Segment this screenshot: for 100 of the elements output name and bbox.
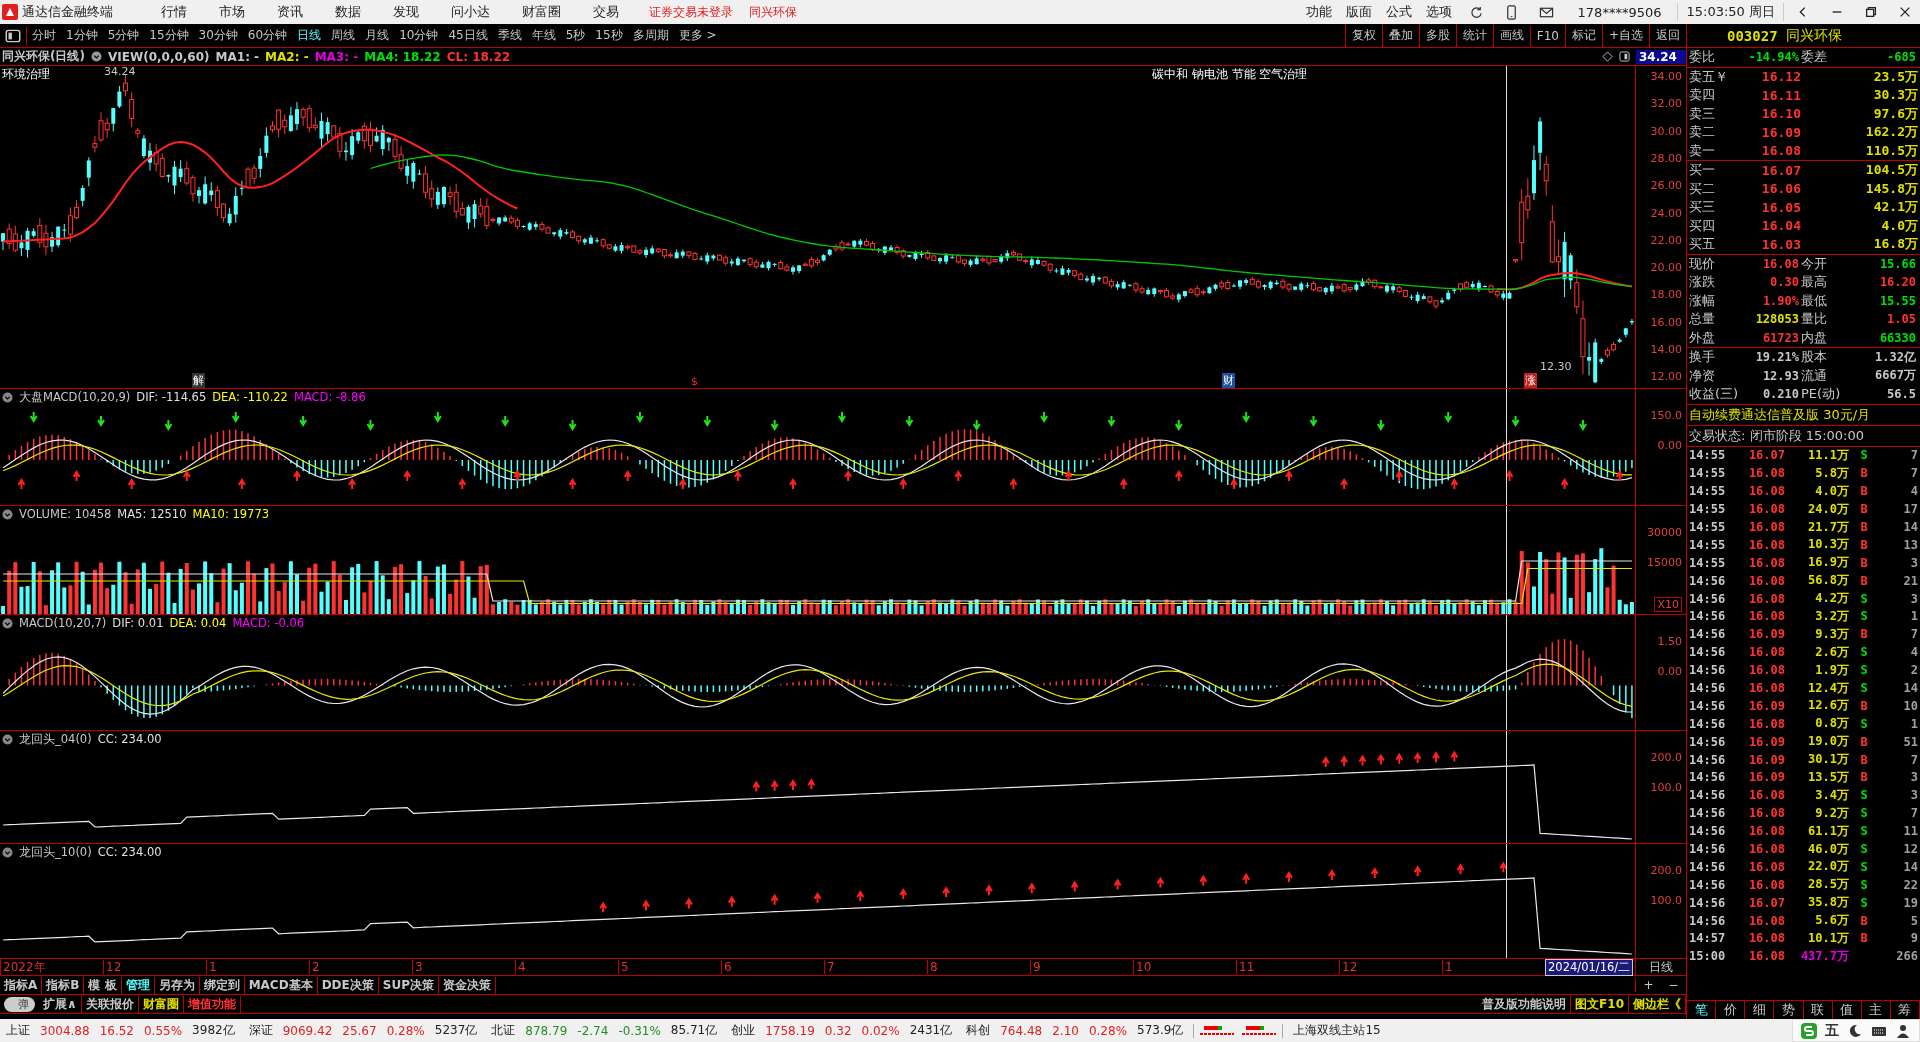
- indicator-title[interactable]: VOLUME: 10458: [19, 507, 112, 521]
- subscription-ad[interactable]: 自动续费通达信普及版 30元/月: [1687, 404, 1920, 425]
- collapse-icon[interactable]: [2, 617, 13, 629]
- period-tab[interactable]: 日线: [292, 27, 327, 44]
- moon-icon[interactable]: [1847, 1022, 1863, 1039]
- indicator-title[interactable]: 大盘MACD(10,20,9): [19, 389, 131, 405]
- index-name[interactable]: 北证: [491, 1022, 516, 1039]
- chart-tool-button[interactable]: 叠加: [1381, 24, 1419, 47]
- index-name[interactable]: 科创: [966, 1022, 991, 1039]
- ime-mode[interactable]: 五: [1825, 1021, 1839, 1040]
- indicator-tab[interactable]: 管理: [121, 976, 155, 994]
- event-marker[interactable]: 财: [1222, 373, 1235, 388]
- ime-toolbar[interactable]: 五: [1792, 1019, 1920, 1042]
- order-volume: 23.5万: [1872, 67, 1918, 86]
- chart-tool-button[interactable]: 返回: [1649, 24, 1686, 47]
- event-marker[interactable]: 解: [192, 373, 205, 388]
- indicator-tab[interactable]: 资金决策: [438, 976, 496, 994]
- tool-menu-item[interactable]: 公式: [1380, 3, 1417, 21]
- panel-icon[interactable]: [1619, 51, 1630, 62]
- zoom-out-button[interactable]: −: [1668, 978, 1679, 992]
- extension-tab[interactable]: 关联报价: [81, 995, 139, 1013]
- chart-tool-button[interactable]: 标记: [1564, 24, 1602, 47]
- clock: 15:03:50 周日: [1677, 3, 1784, 21]
- index-name[interactable]: 上证: [6, 1022, 30, 1039]
- tool-menu-item[interactable]: 版面: [1340, 3, 1377, 21]
- period-tab[interactable]: 周线: [326, 27, 361, 44]
- zoom-in-button[interactable]: +: [1643, 978, 1654, 992]
- indicator-axis-label: 150.0: [1650, 409, 1682, 422]
- date-axis-label: 2: [309, 960, 412, 974]
- indicator-tab[interactable]: SUP决策: [378, 976, 439, 994]
- indicator-value: DIF: -114.65: [136, 390, 207, 404]
- account-id[interactable]: 178****9506: [1577, 4, 1662, 20]
- menu-item[interactable]: 资讯: [263, 3, 317, 21]
- period-tab[interactable]: 45日线: [443, 27, 493, 44]
- indicator-title[interactable]: MACD(10,20,7): [19, 616, 107, 630]
- indicator-value: MA10: 19773: [192, 507, 270, 521]
- indicator-tab[interactable]: 指标B: [42, 976, 85, 994]
- tool-menu-item[interactable]: 功能: [1300, 3, 1337, 21]
- menu-item[interactable]: 财富圈: [508, 3, 575, 21]
- indicator-tab[interactable]: 指标A: [0, 976, 43, 994]
- feature-link[interactable]: 普及版功能说明: [1478, 995, 1572, 1013]
- period-tab[interactable]: 月线: [360, 27, 395, 44]
- period-tab[interactable]: 年线: [526, 27, 561, 44]
- extension-tab[interactable]: 增值功能: [183, 995, 241, 1013]
- chart-tool-button[interactable]: 画线: [1492, 24, 1530, 47]
- chart-tool-button[interactable]: +自选: [1601, 24, 1649, 47]
- collapse-icon[interactable]: [2, 733, 13, 745]
- indicator-tab[interactable]: MACD基本: [244, 976, 318, 994]
- collapse-icon[interactable]: [2, 391, 13, 403]
- extension-tab[interactable]: 扩展∧: [39, 995, 82, 1013]
- login-notice[interactable]: 证券交易未登录: [649, 3, 733, 21]
- period-tab[interactable]: 5秒: [560, 27, 591, 44]
- period-tab[interactable]: 15分钟: [144, 27, 194, 44]
- period-tab[interactable]: 季线: [492, 27, 527, 44]
- feature-link[interactable]: 侧边栏《: [1629, 995, 1686, 1013]
- menu-item[interactable]: 交易: [579, 3, 633, 21]
- index-name[interactable]: 深证: [248, 1022, 273, 1039]
- indicator-tab[interactable]: DDE决策: [317, 976, 379, 994]
- menu-item[interactable]: 市场: [205, 3, 259, 21]
- collapse-icon[interactable]: [2, 846, 13, 858]
- indicator-tab[interactable]: 模 板: [84, 976, 122, 994]
- chart-tool-button[interactable]: 复权: [1344, 24, 1382, 47]
- menu-item[interactable]: 问小达: [437, 3, 504, 21]
- refresh-icon[interactable]: [1468, 4, 1484, 20]
- period-tab[interactable]: 分时: [27, 27, 61, 44]
- stock-name-link[interactable]: 同兴环保: [749, 3, 797, 21]
- period-tab[interactable]: 30分钟: [193, 27, 243, 44]
- period-tab[interactable]: 60分钟: [242, 27, 293, 44]
- chart-tool-button[interactable]: F10: [1529, 25, 1565, 46]
- event-marker[interactable]: $: [690, 375, 699, 388]
- index-name[interactable]: 创业: [731, 1022, 756, 1039]
- user-icon[interactable]: [1895, 1022, 1911, 1039]
- indicator-tab[interactable]: 绑定到: [199, 976, 245, 994]
- server-name[interactable]: 上海双线主站15: [1293, 1022, 1381, 1039]
- extension-tab[interactable]: 财富圈: [138, 995, 184, 1013]
- period-tab[interactable]: 15秒: [590, 27, 628, 44]
- collapse-icon[interactable]: [2, 508, 13, 520]
- diamond-icon[interactable]: [1602, 51, 1613, 62]
- period-tab[interactable]: 5分钟: [102, 27, 145, 44]
- indicator-tab[interactable]: 另存为: [154, 976, 200, 994]
- trade-count: 14: [1902, 520, 1918, 534]
- menu-item[interactable]: 发现: [379, 3, 433, 21]
- tool-menu-item[interactable]: 选项: [1420, 3, 1457, 21]
- chart-tool-button[interactable]: 多股: [1418, 24, 1456, 47]
- period-tab[interactable]: 多周期: [627, 27, 674, 44]
- close-icon[interactable]: [1898, 5, 1912, 19]
- chart-tool-button[interactable]: 统计: [1455, 24, 1493, 47]
- menu-item[interactable]: 行情: [147, 3, 201, 21]
- period-tab[interactable]: 更多 >: [673, 27, 722, 44]
- restore-icon[interactable]: [1864, 5, 1878, 19]
- event-marker[interactable]: 涨: [1524, 373, 1537, 388]
- feature-link[interactable]: 图文F10: [1571, 995, 1629, 1013]
- period-tab[interactable]: 1分钟: [61, 27, 103, 44]
- indicator-title[interactable]: 龙回头_04(0): [19, 731, 92, 747]
- menu-item[interactable]: 数据: [321, 3, 375, 21]
- indicator-title[interactable]: 龙回头_10(0): [19, 844, 92, 860]
- dropdown-icon[interactable]: [90, 51, 102, 62]
- period-tab[interactable]: 10分钟: [394, 27, 444, 44]
- trade-price: 16.08: [1747, 913, 1785, 928]
- popup-toggle[interactable]: 弹: [4, 996, 35, 1012]
